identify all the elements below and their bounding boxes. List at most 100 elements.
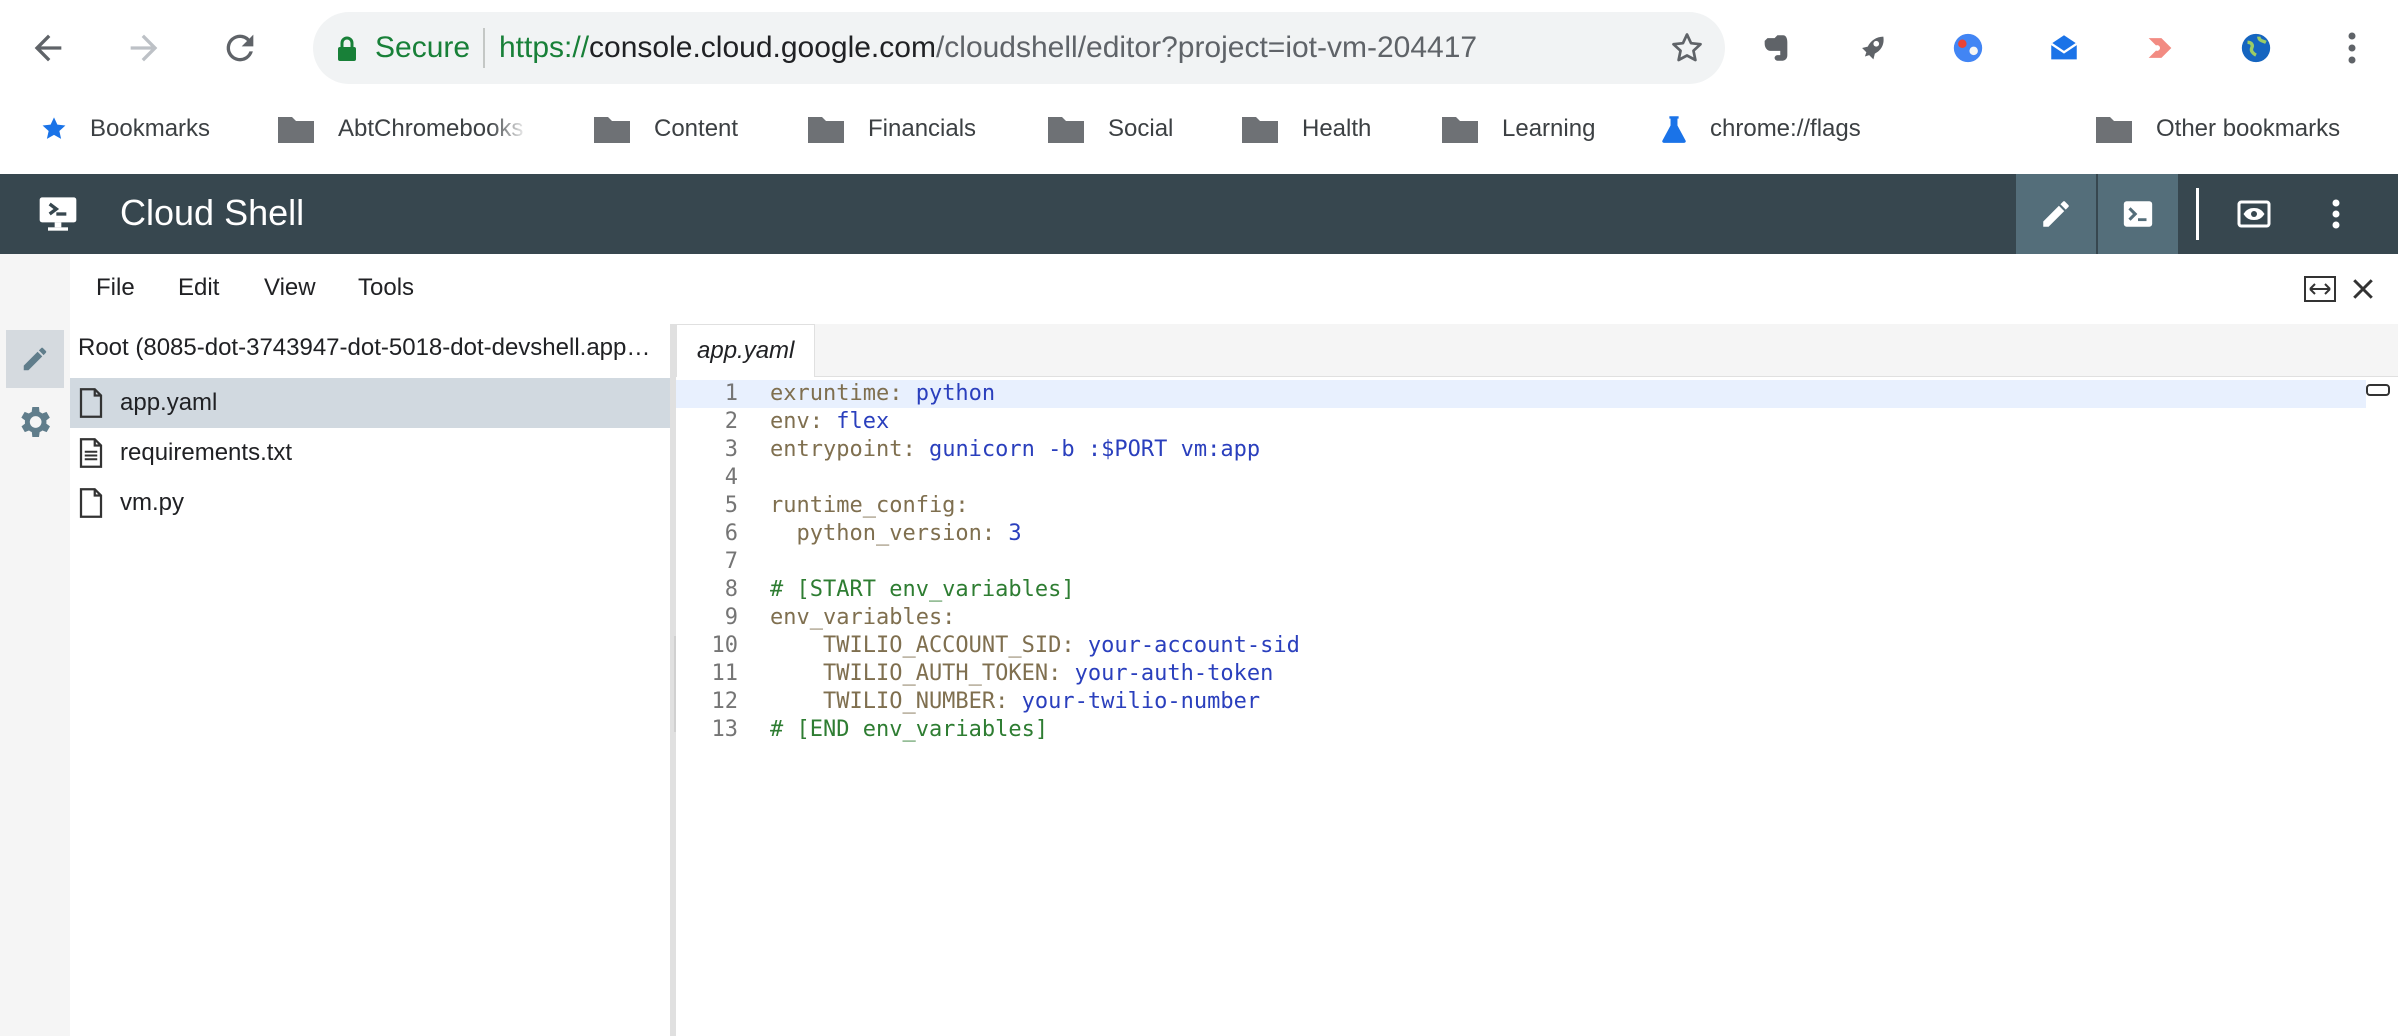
url-scheme: https:// [499,31,590,64]
yaml-key: python_version: [770,521,996,546]
folder-icon [2094,113,2134,145]
file-name: requirements.txt [120,439,293,466]
cast-extension-icon[interactable] [2130,18,2190,78]
pencil-icon [20,344,50,374]
line-number: 8 [724,577,738,602]
line-number: 9 [724,605,738,630]
yaml-value: your-twilio-number [1008,689,1261,714]
web-preview-button[interactable] [2214,174,2294,254]
rocket-extension-icon[interactable] [1842,18,1902,78]
yaml-value: your-account-sid [1074,633,1300,658]
line-number: 4 [724,465,738,490]
yaml-key: exruntime: [770,381,903,406]
code-line: 2 env: flex [676,408,2366,436]
bookmark-label: Health [1302,115,1372,142]
yaml-value: your-auth-token [1061,661,1274,686]
file-icon [78,488,104,518]
bookmark-folder-health[interactable]: Health [1240,96,1371,162]
flask-icon [1660,114,1688,144]
world-extension-icon[interactable] [2226,18,2286,78]
more-options-button[interactable] [2296,174,2376,254]
bookmark-star-icon[interactable] [1669,30,1705,66]
bookmark-label: Learning [1502,115,1596,142]
line-number: 1 [724,381,738,406]
line-number: 2 [724,409,738,434]
line-number: 11 [711,661,739,686]
expand-horizontal-icon[interactable] [2304,274,2336,304]
close-icon[interactable] [2348,274,2378,304]
bookmark-folder-learning[interactable]: Learning [1440,96,1595,162]
editor-tab-app-yaml[interactable]: app.yaml [676,324,816,377]
bookmark-bookmarks[interactable]: Bookmarks [40,96,210,162]
file-item-app-yaml[interactable]: app.yaml [70,378,670,428]
file-item-requirements-txt[interactable]: requirements.txt [70,428,670,478]
pencil-icon [2039,197,2073,231]
file-item-vm-py[interactable]: vm.py [70,478,670,528]
menu-view[interactable]: View [264,274,316,302]
line-number: 7 [724,549,738,574]
folder-icon [276,113,316,145]
address-bar[interactable]: Secure https://console.cloud.google.com/… [313,12,1725,84]
code-line: 3 entrypoint: gunicorn -b :$PORT vm:app [676,436,2366,464]
file-tree: Root (8085-dot-3743947-dot-5018-dot-devs… [70,324,670,1036]
yaml-value: 3 [995,521,1022,546]
bookmark-folder-social[interactable]: Social [1046,96,1173,162]
globe-extension-icon[interactable] [1938,18,1998,78]
overview-ruler-marker[interactable] [2366,384,2390,396]
forward-arrow-icon[interactable] [114,18,174,78]
bookmark-label: Social [1108,115,1174,142]
code-line: 5 runtime_config: [676,492,2366,520]
folder-icon [592,113,632,145]
yaml-comment: # [END env_variables] [770,717,1049,742]
code-area[interactable]: 1 exruntime: python 2 env: flex 3 entrypoin… [676,380,2366,744]
file-tree-root[interactable]: Root (8085-dot-3743947-dot-5018-dot-devs… [78,334,658,362]
cloud-shell-header: Cloud Shell [0,174,2398,254]
evernote-extension-icon[interactable] [1746,18,1806,78]
terminal-button[interactable] [2098,174,2178,254]
lock-icon [335,36,359,62]
code-line: 4 [676,464,2366,492]
code-line: 13 # [END env_variables] [676,716,2366,744]
code-line: 6 python_version: 3 [676,520,2366,548]
text-file-icon [78,438,104,468]
bookmark-label: chrome://flags [1710,115,1861,142]
bookmark-label: AbtChromebooks [338,115,524,142]
bookmarks-bar: Bookmarks AbtChromebooks Content Financi… [0,96,2398,174]
bookmark-chrome-flags[interactable]: chrome://flags [1660,96,1861,162]
url-host: console.cloud.google.com [589,31,936,64]
bookmark-folder-abtchromebooks[interactable]: AbtChromebooks [276,96,528,162]
omnibox-divider [483,28,485,68]
yaml-key: entrypoint: [770,437,916,462]
line-number: 13 [711,717,739,742]
bookmark-folder-financials[interactable]: Financials [806,96,976,162]
menu-file[interactable]: File [96,274,135,302]
star-icon [40,115,68,143]
browser-menu-icon[interactable] [2322,18,2382,78]
menu-edit[interactable]: Edit [178,274,219,302]
folder-icon [1046,113,1086,145]
line-number: 6 [724,521,738,546]
terminal-icon [2121,197,2155,231]
line-number: 10 [711,633,739,658]
url-text[interactable]: https://console.cloud.google.com/cloudsh… [499,31,1477,65]
yaml-value: gunicorn -b :$PORT vm:app [915,437,1261,462]
code-line: 11 TWILIO_AUTH_TOKEN: your-auth-token [676,660,2366,688]
other-bookmarks[interactable]: Other bookmarks [2094,96,2340,162]
file-name: vm.py [120,489,185,516]
reload-icon[interactable] [210,18,270,78]
yaml-key: runtime_config: [770,493,969,518]
files-panel-button[interactable] [6,330,64,388]
menu-tools[interactable]: Tools [358,274,414,302]
editor-side-rail [0,254,70,1036]
code-editor-button[interactable] [2016,174,2096,254]
bookmark-folder-content[interactable]: Content [592,96,738,162]
code-editor[interactable]: app.yaml 1 exruntime: python 2 env: flex 3… [676,324,2398,1036]
inbox-extension-icon[interactable] [2034,18,2094,78]
folder-icon [1240,113,1280,145]
gear-icon[interactable] [14,402,54,442]
web-preview-icon [2236,196,2272,232]
bookmark-label: Financials [868,115,977,142]
folder-icon [806,113,846,145]
header-divider [2196,188,2199,240]
back-arrow-icon[interactable] [18,18,78,78]
